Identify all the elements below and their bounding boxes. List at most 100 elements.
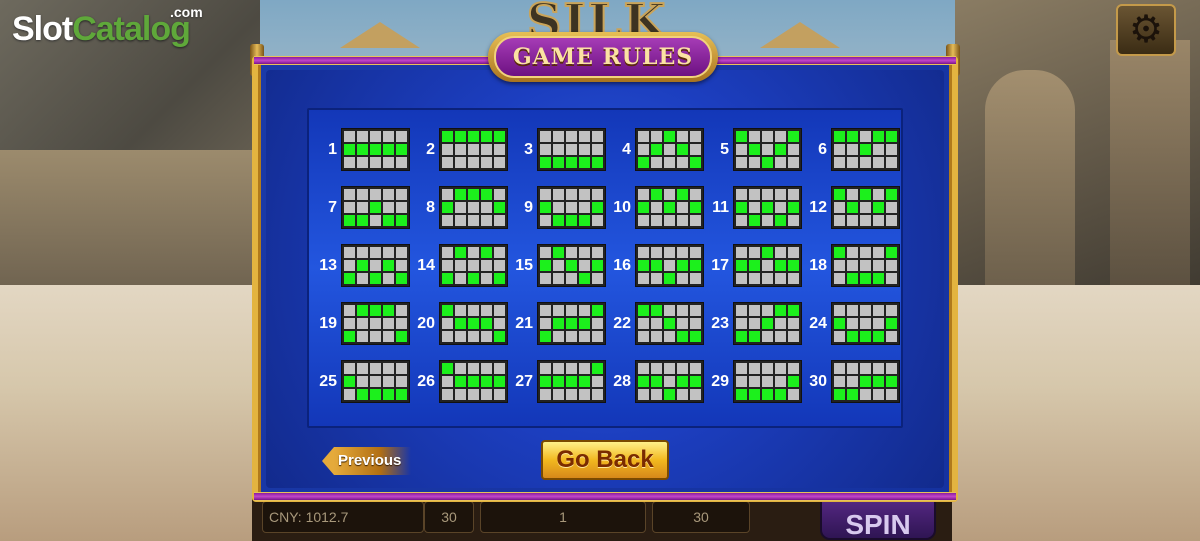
payline-number: 1 (328, 140, 337, 158)
payline-cell (566, 131, 577, 142)
payline-number: 26 (417, 372, 435, 390)
payline-cell (736, 247, 747, 258)
payline-cell (886, 273, 897, 284)
payline-cell (357, 131, 368, 142)
settings-button[interactable]: ⚙ (1116, 4, 1176, 56)
payline-cell (383, 247, 394, 258)
payline-cell (677, 273, 688, 284)
payline-cell (775, 157, 786, 168)
payline-number: 4 (622, 140, 631, 158)
payline-cell-active (579, 157, 590, 168)
payline-number: 18 (809, 256, 827, 274)
payline-pattern (733, 360, 802, 403)
payline-pattern (341, 360, 410, 403)
payline-pattern (733, 186, 802, 229)
payline-cell-active (788, 305, 799, 316)
payline-cell (762, 215, 773, 226)
payline-item: 6 (799, 128, 900, 171)
payline-cell (847, 363, 858, 374)
payline-cell-active (383, 389, 394, 400)
payline-cell (736, 215, 747, 226)
payline-cell (762, 305, 773, 316)
payline-cell-active (834, 189, 845, 200)
payline-cell-active (566, 318, 577, 329)
payline-cell (344, 305, 355, 316)
go-back-button[interactable]: Go Back (541, 440, 669, 480)
payline-number: 16 (613, 256, 631, 274)
payline-cell (442, 247, 453, 258)
payline-cell-active (749, 215, 760, 226)
payline-cell-active (651, 376, 662, 387)
payline-cell (775, 189, 786, 200)
payline-cell (553, 363, 564, 374)
payline-cell (579, 144, 590, 155)
payline-cell (383, 318, 394, 329)
payline-cell (860, 157, 871, 168)
payline-cell (677, 215, 688, 226)
payline-cell-active (396, 144, 407, 155)
payline-cell (592, 189, 603, 200)
previous-label: Previous (334, 447, 412, 475)
payline-item: 19 (309, 302, 410, 345)
payline-cell-active (886, 247, 897, 258)
payline-cell-active (736, 260, 747, 271)
payline-cell-active (592, 202, 603, 213)
payline-item: 18 (799, 244, 900, 287)
payline-cell (886, 363, 897, 374)
payline-cell (344, 157, 355, 168)
payline-cell-active (540, 376, 551, 387)
payline-cell (468, 260, 479, 271)
payline-pattern (537, 186, 606, 229)
payline-cell-active (775, 260, 786, 271)
payline-cell (579, 202, 590, 213)
payline-cell (873, 260, 884, 271)
payline-cell (886, 389, 897, 400)
payline-cell (481, 202, 492, 213)
payline-cell-active (383, 215, 394, 226)
payline-cell-active (886, 318, 897, 329)
payline-cell (494, 215, 505, 226)
payline-cell (638, 318, 649, 329)
payline-cell (396, 131, 407, 142)
payline-cell (468, 247, 479, 258)
payline-cell-active (677, 331, 688, 342)
payline-cell (383, 376, 394, 387)
payline-cell (383, 189, 394, 200)
payline-cell (775, 247, 786, 258)
payline-cell (566, 331, 577, 342)
payline-cell-active (396, 389, 407, 400)
payline-pattern (733, 128, 802, 171)
payline-cell-active (370, 389, 381, 400)
payline-cell (651, 157, 662, 168)
payline-cell (847, 376, 858, 387)
bet-stepper[interactable]: 1 (480, 501, 646, 533)
payline-number: 5 (720, 140, 729, 158)
payline-cell-active (677, 260, 688, 271)
payline-cell (638, 389, 649, 400)
payline-cell (834, 144, 845, 155)
payline-cell (455, 215, 466, 226)
payline-cell (579, 389, 590, 400)
payline-cell-active (442, 273, 453, 284)
payline-cell (788, 318, 799, 329)
payline-cell (860, 131, 871, 142)
payline-number: 28 (613, 372, 631, 390)
payline-cell (638, 144, 649, 155)
payline-cell (494, 157, 505, 168)
payline-cell (370, 363, 381, 374)
payline-cell (690, 215, 701, 226)
payline-cell (370, 157, 381, 168)
payline-item: 16 (603, 244, 704, 287)
payline-cell (494, 247, 505, 258)
payline-item: 17 (701, 244, 802, 287)
payline-cell (638, 273, 649, 284)
payline-number: 15 (515, 256, 533, 274)
payline-pattern (439, 244, 508, 287)
previous-button[interactable]: Previous (322, 446, 412, 476)
payline-cell (370, 318, 381, 329)
payline-cell (566, 363, 577, 374)
payline-cell (455, 305, 466, 316)
payline-item: 26 (407, 360, 508, 403)
payline-cell (357, 157, 368, 168)
payline-cell (736, 318, 747, 329)
